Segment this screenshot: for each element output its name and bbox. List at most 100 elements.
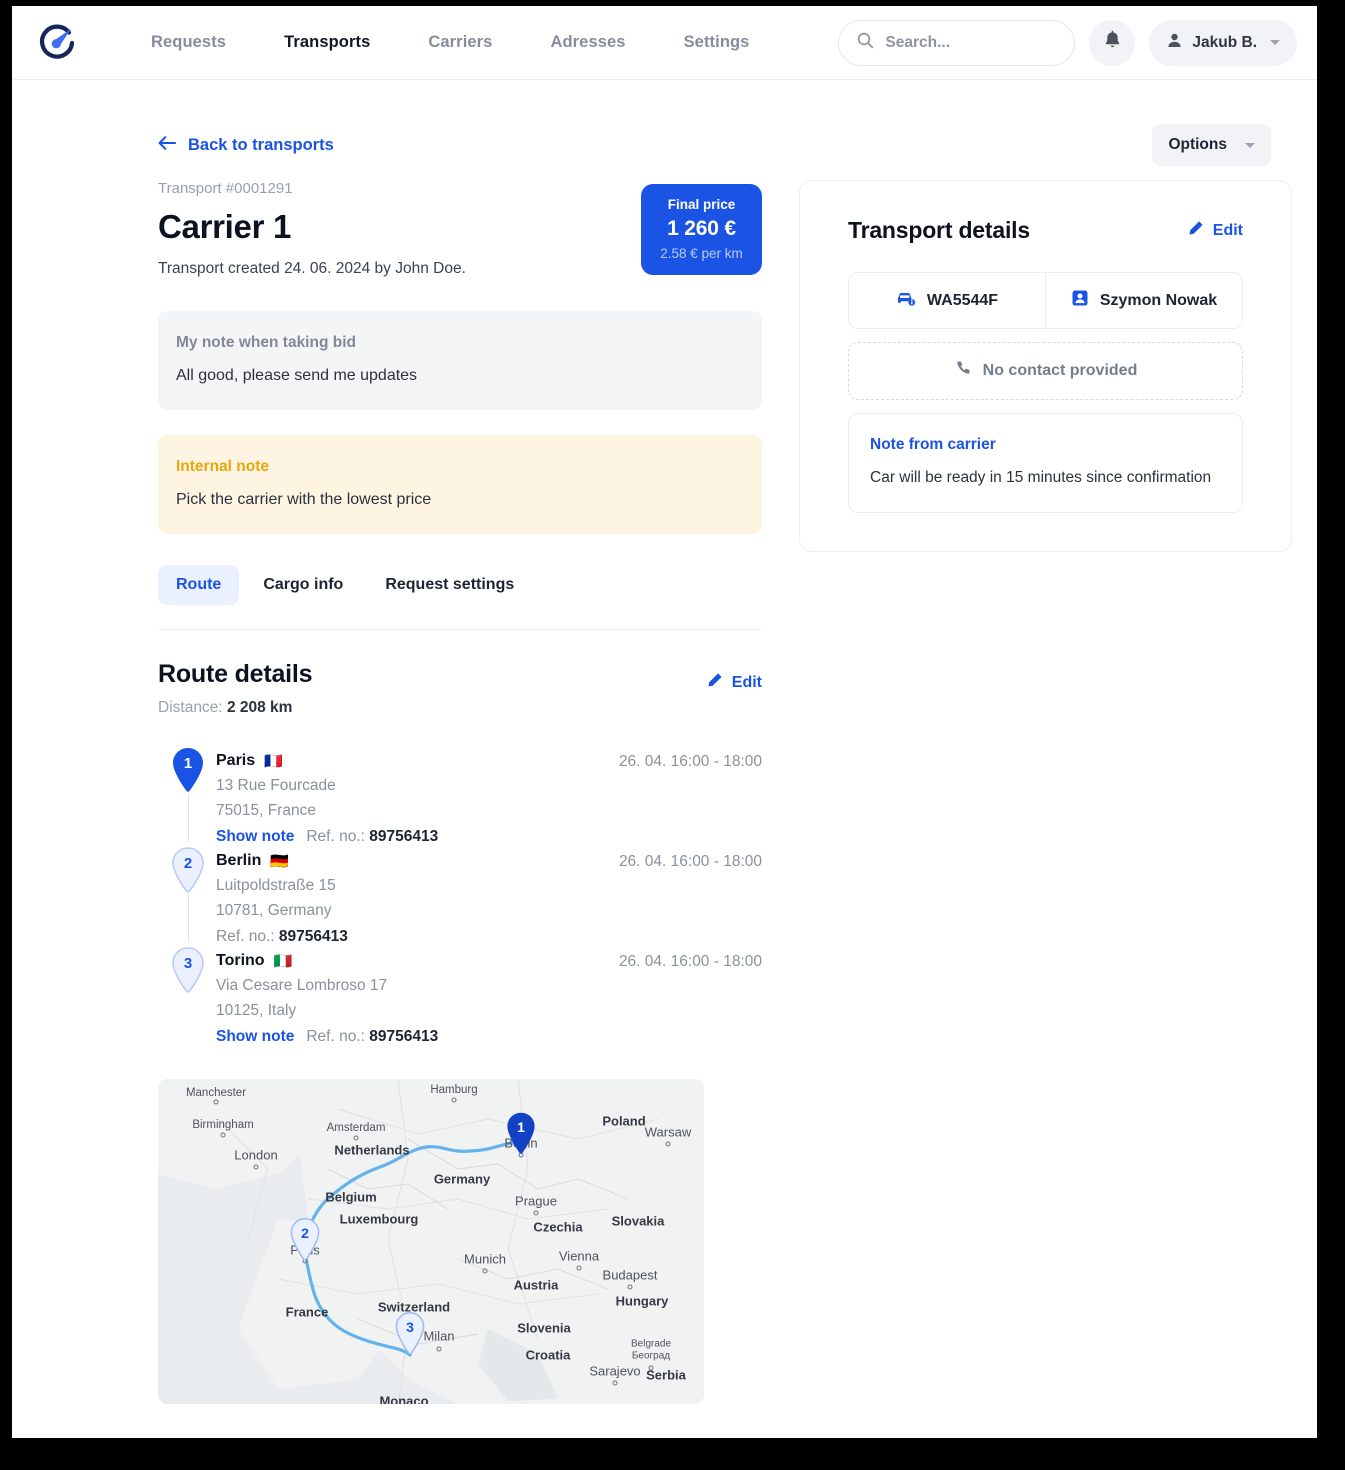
comet-logo-icon[interactable] (36, 22, 78, 64)
stop-postal-1: 75015, France (216, 802, 316, 819)
stop-pin-number-1: 1 (184, 755, 192, 772)
map-dot (353, 1135, 359, 1141)
nav-item-transports[interactable]: Transports (255, 33, 399, 52)
final-price-card: Final price 1 260 € 2.58 € per km (641, 184, 762, 275)
map-dot (533, 1210, 539, 1216)
nav-item-requests[interactable]: Requests (122, 33, 255, 52)
notifications-button[interactable] (1089, 19, 1136, 66)
no-contact-label: No contact provided (982, 362, 1138, 379)
edit-route-label: Edit (731, 674, 762, 691)
map-label-belgium: Belgium (325, 1189, 377, 1205)
user-name: Jakub B. (1192, 33, 1257, 51)
stop-pin-number-2: 2 (184, 855, 192, 872)
stop-time-3: 26. 04. 16:00 - 18:00 (618, 953, 762, 970)
bid-note-box: My note when taking bid All good, please… (158, 311, 762, 410)
contact-card-icon (1071, 289, 1089, 312)
stop-meta-2: Ref. no.: 89756413 (216, 928, 619, 946)
tab-request-settings[interactable]: Request settings (367, 565, 532, 605)
map-dot (612, 1380, 618, 1386)
vehicle-driver-row: WA5544F Szymon Nowak (848, 272, 1243, 329)
stop-city-name-1: Paris (216, 752, 256, 769)
ref-value-1: 89756413 (369, 828, 439, 845)
map-label-birmingham: Birmingham (192, 1119, 254, 1131)
search-input[interactable]: Search... (838, 19, 1076, 66)
nav-item-carriers[interactable]: Carriers (399, 33, 521, 52)
route-stop-2: 2 Berlin 🇩🇪 Luitpoldstraße 15 10781, Ger… (158, 846, 762, 946)
show-note-link-3[interactable]: Show note (216, 1028, 294, 1046)
stop-body-3: Torino 🇮🇹 Via Cesare Lombroso 17 10125, … (216, 946, 619, 1046)
flag-germany-icon: 🇩🇪 (270, 852, 290, 870)
ref-value-2: 89756413 (278, 928, 348, 945)
map-label-prague: Prague (515, 1193, 557, 1209)
page-toolbar: Back to transports Options (32, 80, 1297, 172)
left-column: Transport #0001291 Carrier 1 Transport c… (158, 180, 762, 1404)
phone-icon (954, 360, 971, 382)
top-bar-actions: Search... Jakub B. (838, 19, 1297, 66)
driver-cell[interactable]: Szymon Nowak (1045, 273, 1242, 328)
map-label-sarajevo: Sarajevo (589, 1363, 641, 1379)
no-contact-box[interactable]: No contact provided (848, 342, 1243, 400)
stop-city-name-3: Torino (216, 952, 265, 969)
nav-item-adresses[interactable]: Adresses (521, 33, 654, 52)
stop-ref-2: Ref. no.: 89756413 (216, 928, 348, 946)
nav-item-settings[interactable]: Settings (655, 33, 779, 52)
map-label-luxembourg: Luxembourg (339, 1211, 419, 1227)
map-marker-1[interactable]: 1 (503, 1111, 539, 1155)
bell-icon (1103, 30, 1122, 55)
transport-id: Transport #0001291 (158, 180, 293, 197)
tab-cargo-info[interactable]: Cargo info (245, 565, 361, 605)
main-nav: Requests Transports Carriers Adresses Se… (122, 33, 778, 52)
map-dot (627, 1284, 633, 1290)
map-dot (253, 1164, 259, 1170)
stop-street-3: Via Cesare Lombroso 17 (216, 977, 388, 994)
map-label-hamburg: Hamburg (430, 1084, 478, 1096)
page-content: Back to transports Options Transport #00… (12, 80, 1317, 1404)
map-marker-3[interactable]: 3 (392, 1311, 428, 1355)
back-to-transports-link[interactable]: Back to transports (158, 136, 334, 155)
map-label-serbia: Serbia (646, 1367, 686, 1383)
user-menu-button[interactable]: Jakub B. (1149, 19, 1297, 66)
edit-route-link[interactable]: Edit (706, 660, 762, 694)
distance-value: 2 208 km (226, 699, 293, 716)
final-price-label: Final price (667, 197, 736, 212)
map-dot (436, 1346, 442, 1352)
flag-france-icon: 🇫🇷 (264, 752, 283, 770)
search-placeholder: Search... (885, 33, 951, 51)
map-label-hungary: Hungary (615, 1293, 669, 1309)
route-stop-3: 3 Torino 🇮🇹 Via Cesare Lombroso 17 10125… (158, 946, 762, 1046)
route-details-header: Route details Distance: 2 208 km Edit (158, 660, 762, 717)
map-label-budapest: Budapest (602, 1267, 658, 1283)
back-link-label: Back to transports (188, 135, 334, 154)
map-marker-number-1: 1 (517, 1119, 525, 1135)
map-dot (213, 1099, 219, 1105)
carrier-note-title: Note from carrier (870, 436, 996, 453)
stop-time-2: 26. 04. 16:00 - 18:00 (618, 853, 762, 870)
vehicle-cell[interactable]: WA5544F (849, 273, 1045, 328)
map-label-milan: Milan (423, 1328, 455, 1344)
stop-meta-3: Show note Ref. no.: 89756413 (216, 1028, 619, 1046)
show-note-link-1[interactable]: Show note (216, 828, 294, 846)
options-button[interactable]: Options (1152, 124, 1271, 166)
map-marker-2[interactable]: 2 (287, 1217, 323, 1261)
bid-note-title: My note when taking bid (176, 334, 356, 351)
stop-street-2: Luitpoldstraße 15 (216, 877, 336, 894)
stop-postal-2: 10781, Germany (216, 902, 332, 919)
carrier-note-box: Note from carrier Car will be ready in 1… (848, 413, 1243, 513)
stop-body-2: Berlin 🇩🇪 Luitpoldstraße 15 10781, Germa… (216, 846, 619, 946)
tab-route[interactable]: Route (158, 565, 240, 605)
carrier-note-body: Car will be ready in 15 minutes since co… (870, 469, 1212, 486)
person-icon (1166, 32, 1183, 54)
stop-pin-3: 3 (168, 946, 208, 994)
edit-transport-details-link[interactable]: Edit (1187, 220, 1243, 242)
transport-details-header: Transport details Edit (848, 217, 1243, 244)
map-dot (665, 1141, 671, 1147)
pencil-icon (1187, 220, 1204, 242)
route-map[interactable]: Manchester Birmingham London Amsterdam N… (158, 1079, 704, 1404)
map-label-austria: Austria (513, 1277, 559, 1293)
content-columns: Transport #0001291 Carrier 1 Transport c… (32, 172, 1297, 1404)
stop-connector (188, 794, 189, 842)
stop-ref-3: Ref. no.: 89756413 (306, 1028, 438, 1046)
driver-name: Szymon Nowak (1099, 291, 1218, 309)
options-label: Options (1168, 136, 1227, 153)
route-stops-list: 1 Paris 🇫🇷 13 Rue Fourcade 75015, France (158, 746, 762, 1046)
